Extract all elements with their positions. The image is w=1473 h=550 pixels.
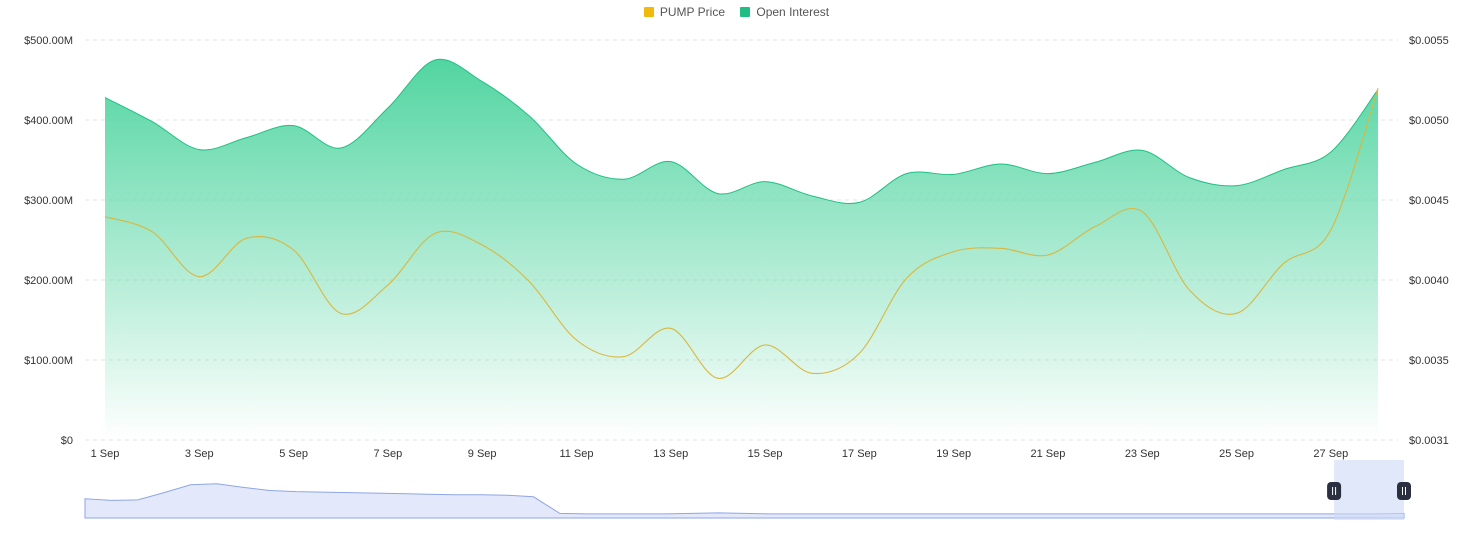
range-navigator[interactable]	[84, 460, 1411, 520]
navigator-right-handle[interactable]	[1397, 482, 1411, 500]
navigator-left-handle[interactable]	[1327, 482, 1342, 500]
x-tick-label: 13 Sep	[653, 448, 688, 460]
y-right-tick-label: $0.0040	[1409, 275, 1449, 287]
y-right-tick-label: $0.0050	[1409, 115, 1449, 127]
handle-grip[interactable]	[1327, 482, 1342, 500]
navigator-selection[interactable]	[1334, 460, 1404, 520]
x-tick-label: 25 Sep	[1219, 448, 1254, 460]
x-tick-label: 1 Sep	[91, 448, 120, 460]
x-tick-label: 15 Sep	[748, 448, 783, 460]
y-left-tick-label: $0	[61, 435, 73, 447]
y-right-tick-label: $0.0031	[1409, 435, 1449, 447]
x-tick-label: 7 Sep	[374, 448, 403, 460]
x-tick-label: 9 Sep	[468, 448, 497, 460]
x-tick-label: 23 Sep	[1125, 448, 1160, 460]
y-right-tick-label: $0.0045	[1409, 195, 1449, 207]
x-tick-label: 5 Sep	[279, 448, 308, 460]
x-tick-label: 17 Sep	[842, 448, 877, 460]
y-left-tick-label: $400.00M	[24, 115, 73, 127]
x-tick-label: 3 Sep	[185, 448, 214, 460]
x-tick-label: 27 Sep	[1313, 448, 1348, 460]
x-tick-label: 19 Sep	[936, 448, 971, 460]
y-right-tick-label: $0.0055	[1409, 35, 1449, 47]
y-left-tick-label: $200.00M	[24, 275, 73, 287]
open-interest-area	[105, 59, 1378, 440]
y-left-tick-label: $100.00M	[24, 355, 73, 367]
y-right-tick-label: $0.0035	[1409, 355, 1449, 367]
chart-canvas: $0 $100.00M $200.00M $300.00M $400.00M $500.0…	[24, 35, 1449, 520]
x-tick-label: 11 Sep	[559, 448, 593, 460]
y-left-tick-label: $500.00M	[24, 35, 73, 47]
handle-grip[interactable]	[1397, 482, 1411, 500]
y-left-tick-label: $300.00M	[24, 195, 73, 207]
x-tick-label: 21 Sep	[1031, 448, 1066, 460]
